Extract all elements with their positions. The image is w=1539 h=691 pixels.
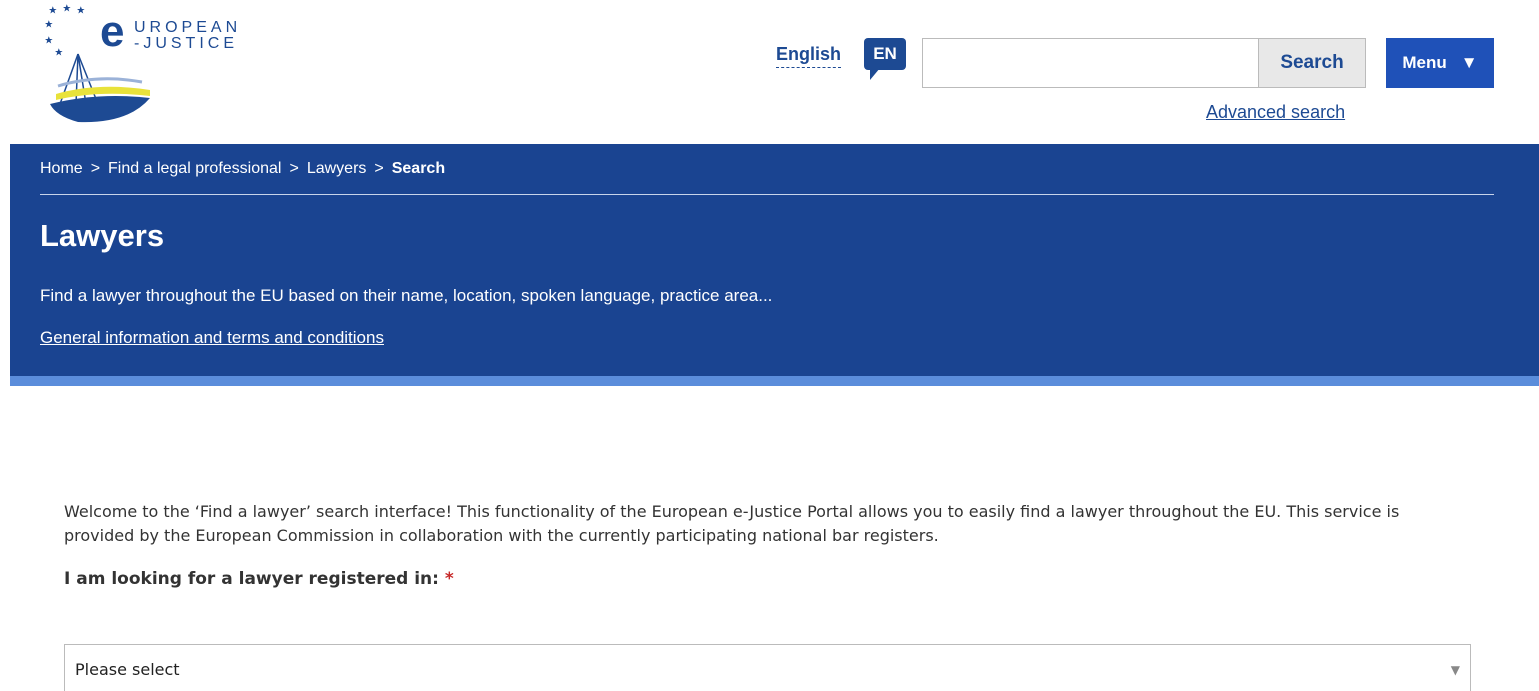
triangle-down-icon: ▼: [1460, 53, 1478, 72]
language-code-badge[interactable]: EN: [864, 38, 906, 70]
language-selector[interactable]: English: [776, 44, 842, 68]
breadcrumb: Home > Find a legal professional > Lawye…: [40, 160, 445, 178]
breadcrumb-home[interactable]: Home: [40, 160, 83, 178]
european-ejustice-logo[interactable]: e UROPEAN -JUSTICE: [38, 4, 238, 124]
search-input[interactable]: [922, 38, 1258, 88]
page-title: Lawyers: [40, 218, 165, 253]
breadcrumb-separator: >: [90, 160, 101, 177]
menu-button-label: Menu: [1402, 53, 1447, 72]
breadcrumb-lawyers[interactable]: Lawyers: [307, 160, 367, 178]
banner-stripe: [10, 376, 1539, 386]
country-select[interactable]: Please select ▼: [64, 644, 1471, 691]
triangle-down-icon: ▼: [1450, 663, 1460, 677]
breadcrumb-find-legal-professional[interactable]: Find a legal professional: [108, 160, 281, 178]
logo-line-european: UROPEAN: [134, 19, 242, 36]
breadcrumb-separator: >: [374, 160, 384, 177]
speech-bubble-tail-icon: [870, 68, 880, 80]
logo-letter: e: [100, 7, 125, 56]
country-select-value: Please select: [75, 659, 180, 679]
site-header: e UROPEAN -JUSTICE English EN Search Men…: [0, 0, 1539, 144]
country-field-label: I am looking for a lawyer registered in:…: [64, 569, 454, 589]
terms-link[interactable]: General information and terms and condit…: [40, 328, 384, 348]
menu-button[interactable]: Menu ▼: [1386, 38, 1494, 88]
welcome-text: Welcome to the ‘Find a lawyer’ search in…: [64, 502, 1400, 545]
search-button[interactable]: Search: [1258, 38, 1366, 88]
breadcrumb-separator: >: [289, 160, 299, 177]
required-marker: *: [444, 569, 454, 589]
page-banner: Home > Find a legal professional > Lawye…: [10, 144, 1539, 376]
country-field-label-text: I am looking for a lawyer registered in:: [64, 569, 439, 589]
breadcrumb-current: Search: [391, 160, 446, 177]
logo-line-justice: -JUSTICE: [134, 35, 238, 52]
breadcrumb-divider: [40, 194, 1494, 195]
advanced-search-link[interactable]: Advanced search: [1206, 102, 1345, 123]
page-subtitle: Find a lawyer throughout the EU based on…: [40, 286, 773, 305]
